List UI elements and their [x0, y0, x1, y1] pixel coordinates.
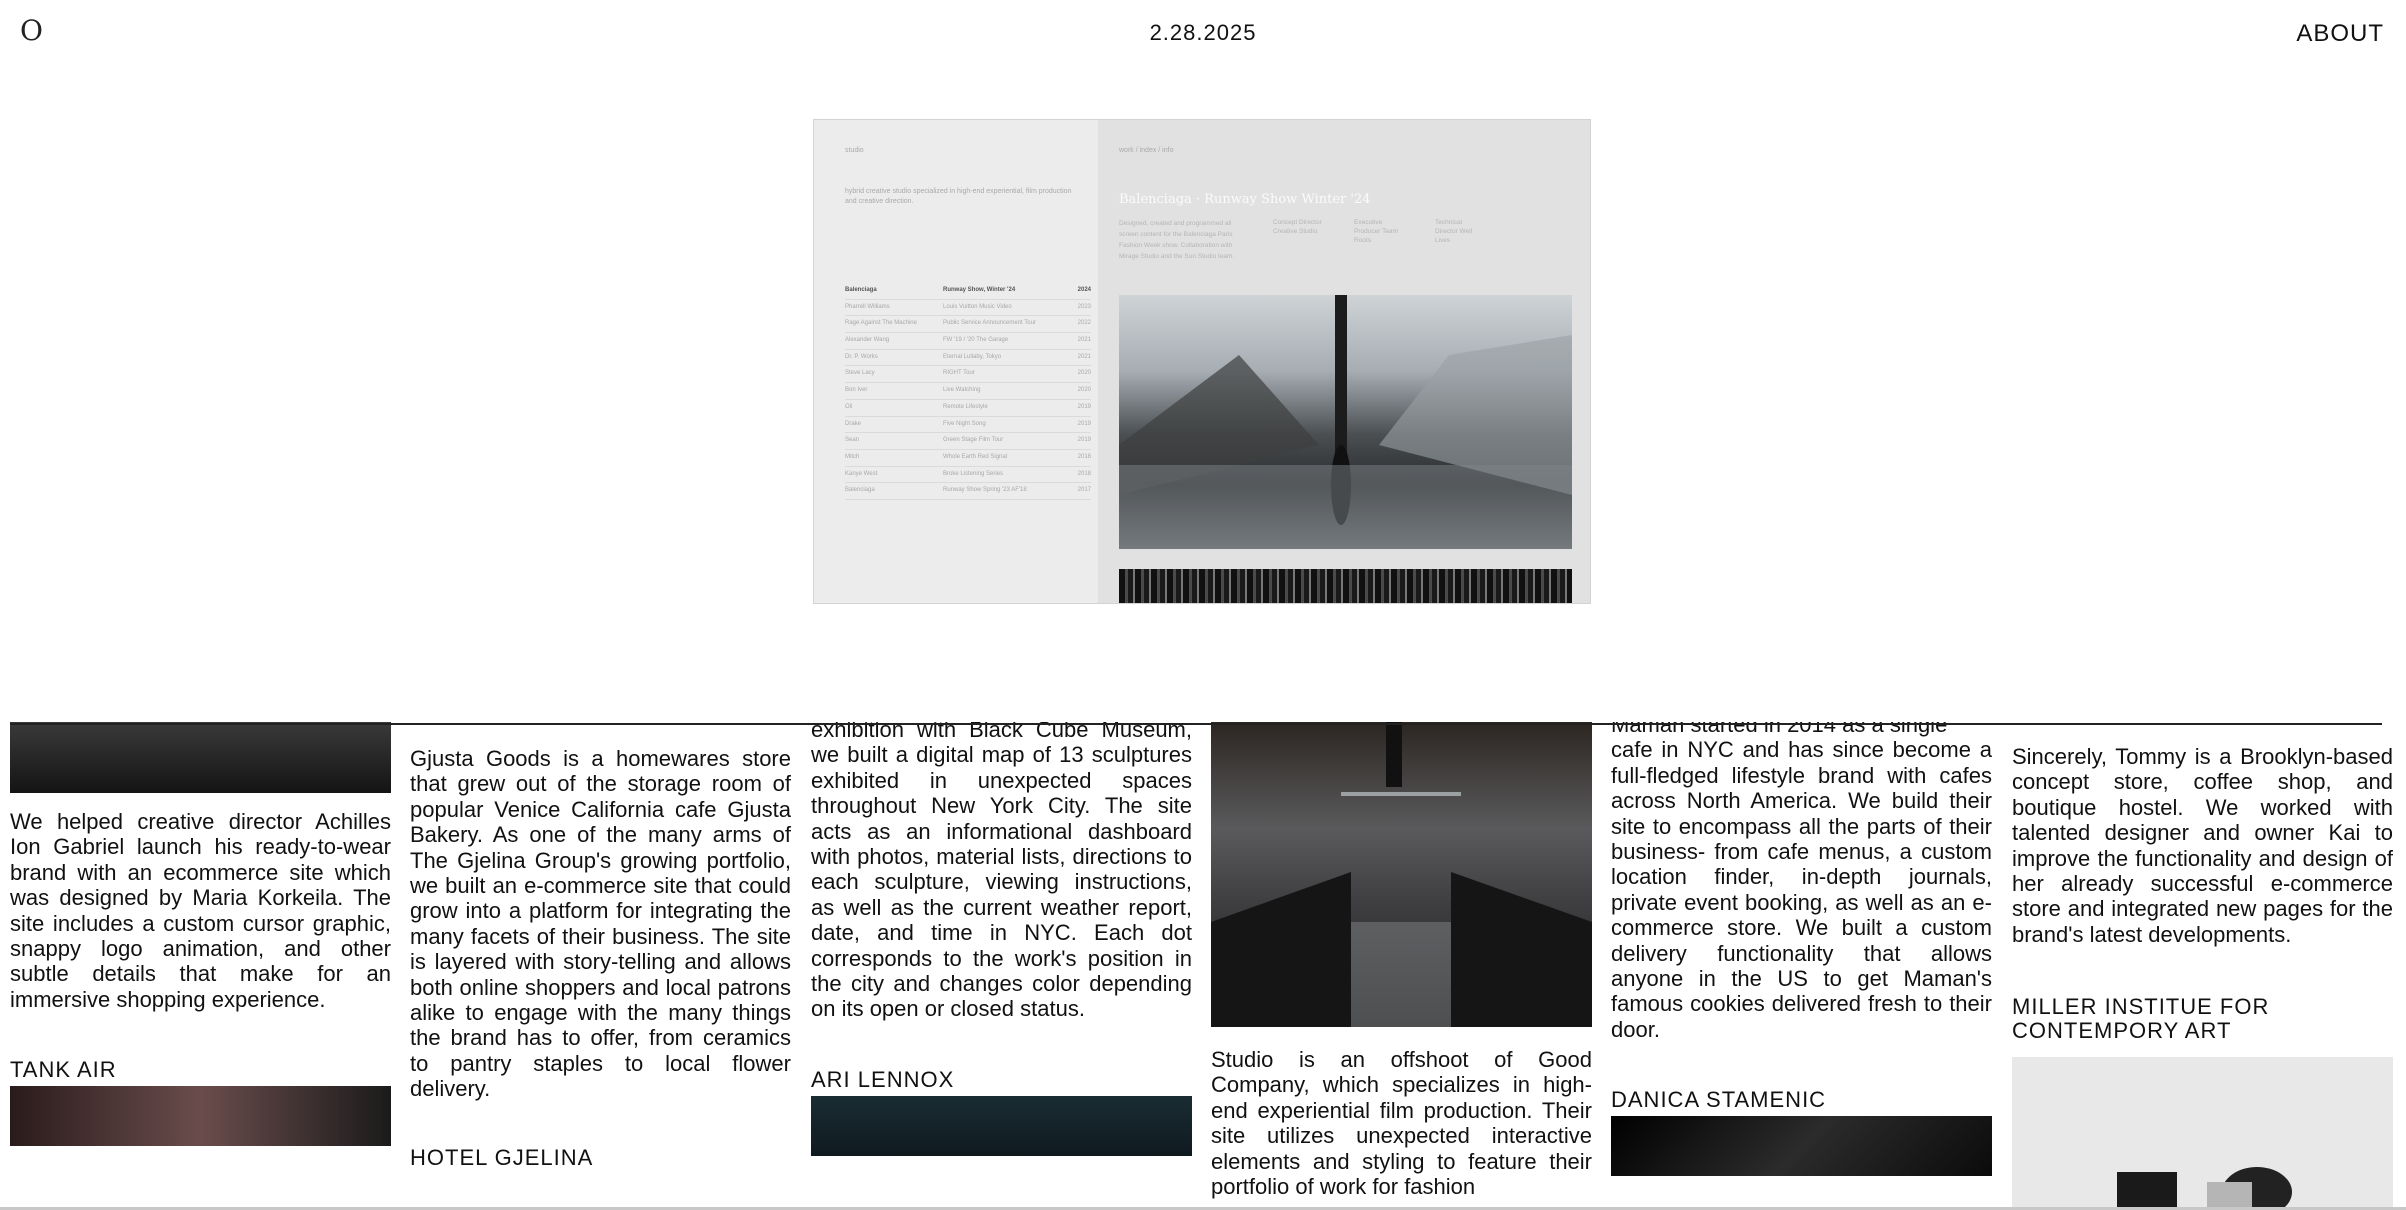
row-year: 2021	[1077, 337, 1091, 344]
preview-credits-b: Executive Producer Team Roots	[1354, 219, 1398, 244]
row-client: Alexander Wang	[845, 337, 890, 344]
project-title-danica-stamenic[interactable]: DANICA STAMENIC	[1611, 1088, 1992, 1112]
row-year: 2018	[1077, 453, 1091, 460]
preview-table-row[interactable]: Sean Green Stage Film Tour 2019	[845, 433, 1091, 450]
row-year: 2019	[1077, 420, 1091, 427]
row-client: Sean	[845, 437, 860, 444]
row-project: Public Service Announcement Tour	[943, 320, 1036, 327]
project-image[interactable]	[2012, 1057, 2393, 1210]
row-client: Kanye West	[845, 470, 878, 477]
row-project: Runway Show Spring '23 AF'18	[943, 487, 1027, 494]
project-card-3[interactable]: exhibition with Black Cube Museum, we bu…	[811, 722, 1192, 1156]
preview-description: hybrid creative studio specialized in hi…	[845, 188, 1072, 205]
preview-project-title: Balenciaga · Runway Show Winter '24	[1119, 192, 1371, 207]
preview-credits-c: Technical Director Well Lives	[1435, 219, 1473, 244]
preview-table-row[interactable]: Steve Lacy RIGHT Tour 2020	[845, 366, 1091, 384]
preview-runway-image	[1119, 295, 1572, 549]
preview-main: work / index / info Balenciaga · Runway …	[1098, 120, 1590, 603]
row-project: Eternal Lullaby, Tokyo	[943, 353, 1002, 360]
row-project: Louis Vuitton Music Video	[943, 303, 1012, 310]
project-description: Gjusta Goods is a homewares store that g…	[410, 746, 791, 1102]
preview-table-row[interactable]: Alexander Wang FW '19 / '20 The Garage 202…	[845, 333, 1091, 350]
row-client: Balenciaga	[845, 487, 875, 494]
row-client: Bon Iver	[845, 387, 868, 394]
gallery-divider	[10, 723, 2382, 725]
row-project: Live Watching	[943, 387, 981, 394]
project-description: cafe in NYC and has since become a full-…	[1611, 737, 1992, 1042]
preview-table-row[interactable]: Dr. P. Works Eternal Lullaby, Tokyo 2021	[845, 350, 1091, 367]
row-year: 2019	[1077, 437, 1091, 444]
row-year: 2020	[1077, 370, 1091, 377]
preview-table-row[interactable]: Oil Remote Lifestyle 2019	[845, 400, 1091, 417]
preview-blurb: Designed, created and programmed all scr…	[1119, 220, 1235, 260]
row-project: Broke Listening Series	[943, 470, 1004, 477]
row-project: Runway Show, Winter '24	[943, 287, 1016, 293]
preview-sidebar: studio hybrid creative studio specialize…	[814, 120, 1098, 603]
row-project: Remote Lifestyle	[943, 403, 988, 410]
row-project: Whole Earth Red Signal	[943, 453, 1008, 460]
preview-table-row[interactable]: Mitch Whole Earth Red Signal 2018	[845, 450, 1091, 467]
row-project: FW '19 / '20 The Garage	[943, 337, 1009, 344]
row-client: Mitch	[845, 453, 860, 460]
project-card-4[interactable]: Studio is an offshoot of Good Company, w…	[1211, 722, 1592, 1199]
project-preview[interactable]: studio hybrid creative studio specialize…	[813, 119, 1591, 604]
row-client: Steve Lacy	[845, 370, 875, 377]
row-client: Oil	[845, 403, 853, 410]
header-date: 2.28.2025	[1149, 20, 1257, 45]
project-image[interactable]	[1211, 722, 1592, 1027]
preview-table-row[interactable]: Bon Iver Live Watching 2020	[845, 383, 1091, 400]
row-year: 2021	[1077, 353, 1091, 360]
row-project: Green Stage Film Tour	[943, 437, 1004, 444]
row-client: Dr. P. Works	[845, 353, 878, 360]
row-year: 2020	[1077, 387, 1091, 394]
preview-project-table: Balenciaga Runway Show, Winter '24 2024 Pha…	[845, 283, 1091, 500]
preview-breadcrumb: work / index / info	[1119, 147, 1174, 154]
preview-brand: studio	[845, 147, 864, 154]
project-description: exhibition with Black Cube Museum, we bu…	[811, 722, 1192, 1022]
project-card-1[interactable]: We helped creative director Achilles Ion…	[10, 722, 391, 1147]
project-title-hotel-gjelina[interactable]: HOTEL GJELINA	[410, 1145, 791, 1170]
preview-table-row[interactable]: Rage Against The Machine Public Service A…	[845, 316, 1091, 334]
project-title-ari-lennox[interactable]: ARI LENNOX	[811, 1067, 1192, 1092]
project-card-6[interactable]: Sincerely, Tommy is a Brooklyn-based con…	[2012, 744, 2393, 1210]
preview-table-row[interactable]: Balenciaga Runway Show, Winter '24 2024	[845, 283, 1091, 300]
row-year: 2017	[1077, 487, 1091, 494]
row-project: RIGHT Tour	[943, 370, 975, 377]
row-project: Five Night Song	[943, 420, 986, 427]
preview-table-row[interactable]: Pharrell Williams Louis Vuitton Music Vid…	[845, 300, 1091, 317]
project-title-tank-air[interactable]: TANK AIR	[10, 1058, 391, 1082]
preview-credits-a: Concept Director Creative Studio	[1273, 219, 1322, 235]
row-client: Rage Against The Machine	[845, 320, 917, 327]
project-image[interactable]	[811, 1095, 1192, 1156]
row-client: Drake	[845, 420, 862, 427]
project-description: Sincerely, Tommy is a Brooklyn-based con…	[2012, 744, 2393, 947]
project-title-miller-institute[interactable]: MILLER INSTITUE FOR CONTEMPORY ART	[2012, 995, 2393, 1043]
project-gallery: We helped creative director Achilles Ion…	[0, 722, 2406, 1210]
preview-table-row[interactable]: Drake Five Night Song 2019	[845, 417, 1091, 434]
row-year: 2024	[1077, 287, 1091, 293]
project-card-5[interactable]: Maman started in 2014 as a single cafe i…	[1611, 722, 1992, 1177]
preview-table-row[interactable]: Balenciaga Runway Show Spring '23 AF'18 20…	[845, 483, 1091, 500]
project-image[interactable]	[10, 722, 391, 793]
row-year: 2018	[1077, 470, 1091, 477]
row-year: 2023	[1077, 303, 1091, 310]
project-description: Studio is an offshoot of Good Company, w…	[1211, 1047, 1592, 1200]
row-client: Pharrell Williams	[845, 303, 890, 310]
row-client: Balenciaga	[845, 287, 877, 293]
top-bar: O 2.28.2025 ABOUT	[0, 0, 2406, 70]
row-year: 2022	[1077, 320, 1091, 327]
row-year: 2019	[1077, 403, 1091, 410]
project-image[interactable]	[1611, 1116, 1992, 1177]
preview-second-image	[1119, 569, 1572, 603]
project-description: We helped creative director Achilles Ion…	[10, 809, 391, 1012]
project-card-2[interactable]: Gjusta Goods is a homewares store that g…	[410, 746, 791, 1170]
preview-table-row[interactable]: Kanye West Broke Listening Series 2018	[845, 467, 1091, 484]
about-link[interactable]: ABOUT	[2296, 20, 2384, 48]
project-image[interactable]	[10, 1086, 391, 1147]
